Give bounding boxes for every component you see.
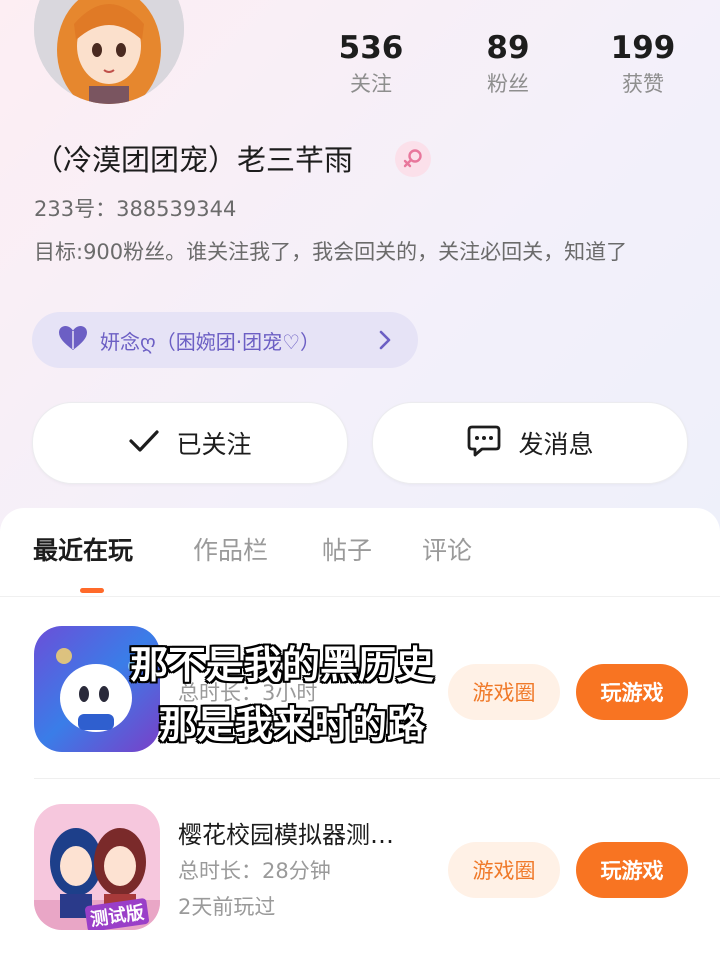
followed-label: 已关注 xyxy=(176,430,252,459)
chat-icon xyxy=(466,424,502,462)
tab-recent-play[interactable]: 最近在玩 xyxy=(33,532,133,570)
heart-icon xyxy=(58,325,88,355)
female-icon xyxy=(395,141,431,177)
fans-label: 粉丝 xyxy=(487,72,529,96)
profile-bio: 目标:900粉丝。谁关注我了，我会回关的，关注必回关，知道了 xyxy=(34,240,628,264)
send-message-button[interactable]: 发消息 xyxy=(372,402,688,484)
stat-fans[interactable]: 89 粉丝 xyxy=(448,28,568,100)
game-2-duration: 总时长：28分钟 xyxy=(178,859,331,883)
avatar[interactable] xyxy=(34,0,184,104)
game-2-play-button[interactable]: 玩游戏 xyxy=(576,842,688,898)
stat-likes[interactable]: 199 获赞 xyxy=(583,28,703,100)
profile-nickname: （冷漠团团宠）老三芊雨 xyxy=(34,143,354,177)
check-icon xyxy=(128,428,160,458)
group-badge-label: 妍念ღ（困婉团·团宠♡） xyxy=(100,329,321,354)
likes-count: 199 xyxy=(610,30,676,66)
tab-divider xyxy=(0,596,720,597)
subtitle-line-1: 那不是我的黑历史 xyxy=(130,643,435,687)
following-label: 关注 xyxy=(350,72,392,96)
tab-posts[interactable]: 帖子 xyxy=(322,532,372,570)
followed-button[interactable]: 已关注 xyxy=(32,402,348,484)
game-2-title[interactable]: 樱花校园模拟器测… xyxy=(178,818,394,852)
game-icon-2[interactable]: 测试版 xyxy=(34,804,160,930)
tab-comments[interactable]: 评论 xyxy=(422,532,472,570)
following-count: 536 xyxy=(338,30,404,66)
likes-label: 获赞 xyxy=(622,72,664,96)
group-badge-button[interactable]: 妍念ღ（困婉团·团宠♡） xyxy=(32,312,418,368)
stat-following[interactable]: 536 关注 xyxy=(311,28,431,100)
row-divider xyxy=(34,778,720,779)
game-2-community-button[interactable]: 游戏圈 xyxy=(448,842,560,898)
game-2-last-played: 2天前玩过 xyxy=(178,895,276,919)
fans-count: 89 xyxy=(486,30,530,66)
chevron-right-icon xyxy=(378,329,392,355)
tab-works[interactable]: 作品栏 xyxy=(193,532,268,570)
user-id: 233号：388539344 xyxy=(34,197,237,221)
subtitle-line-2: 那是我来时的路 xyxy=(159,703,426,747)
send-message-label: 发消息 xyxy=(518,430,594,459)
tab-active-indicator xyxy=(80,588,104,593)
